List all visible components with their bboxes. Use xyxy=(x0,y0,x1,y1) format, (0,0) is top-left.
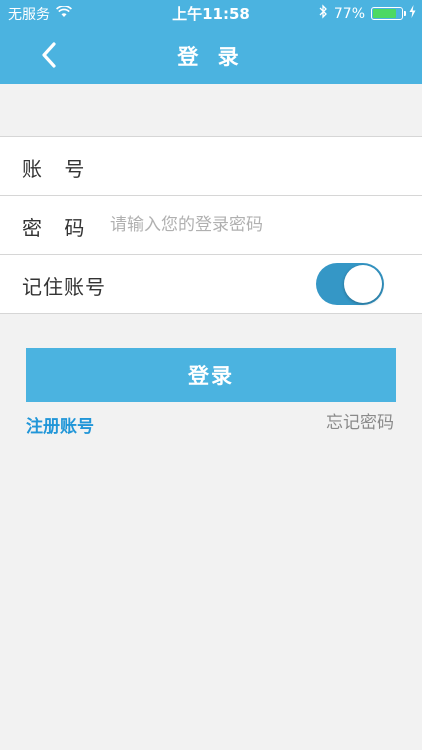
login-form: 账 号 密 码 记住账号 xyxy=(0,136,422,314)
toggle-knob xyxy=(344,265,382,303)
remember-account-toggle[interactable] xyxy=(316,263,384,305)
register-account-link[interactable]: 注册账号 xyxy=(26,412,94,437)
battery-percent: 77% xyxy=(333,5,365,22)
battery-icon xyxy=(371,7,406,20)
password-row: 密 码 xyxy=(0,196,422,255)
status-bar: 无服务 上午11:58 77% xyxy=(0,0,422,26)
page-title: 登 录 xyxy=(177,45,245,69)
status-right: 77% xyxy=(318,4,416,23)
account-input[interactable] xyxy=(108,147,402,185)
account-row: 账 号 xyxy=(0,137,422,196)
login-button[interactable]: 登录 xyxy=(26,348,396,402)
account-label: 账 号 xyxy=(22,157,93,181)
password-label: 密 码 xyxy=(22,216,93,240)
bluetooth-icon xyxy=(318,4,328,23)
remember-row: 记住账号 xyxy=(0,255,422,314)
password-input[interactable] xyxy=(108,206,402,244)
forgot-password-link[interactable]: 忘记密码 xyxy=(326,408,394,433)
charging-icon xyxy=(409,5,416,22)
remember-label: 记住账号 xyxy=(22,275,106,299)
nav-bar: 登 录 xyxy=(0,26,422,84)
